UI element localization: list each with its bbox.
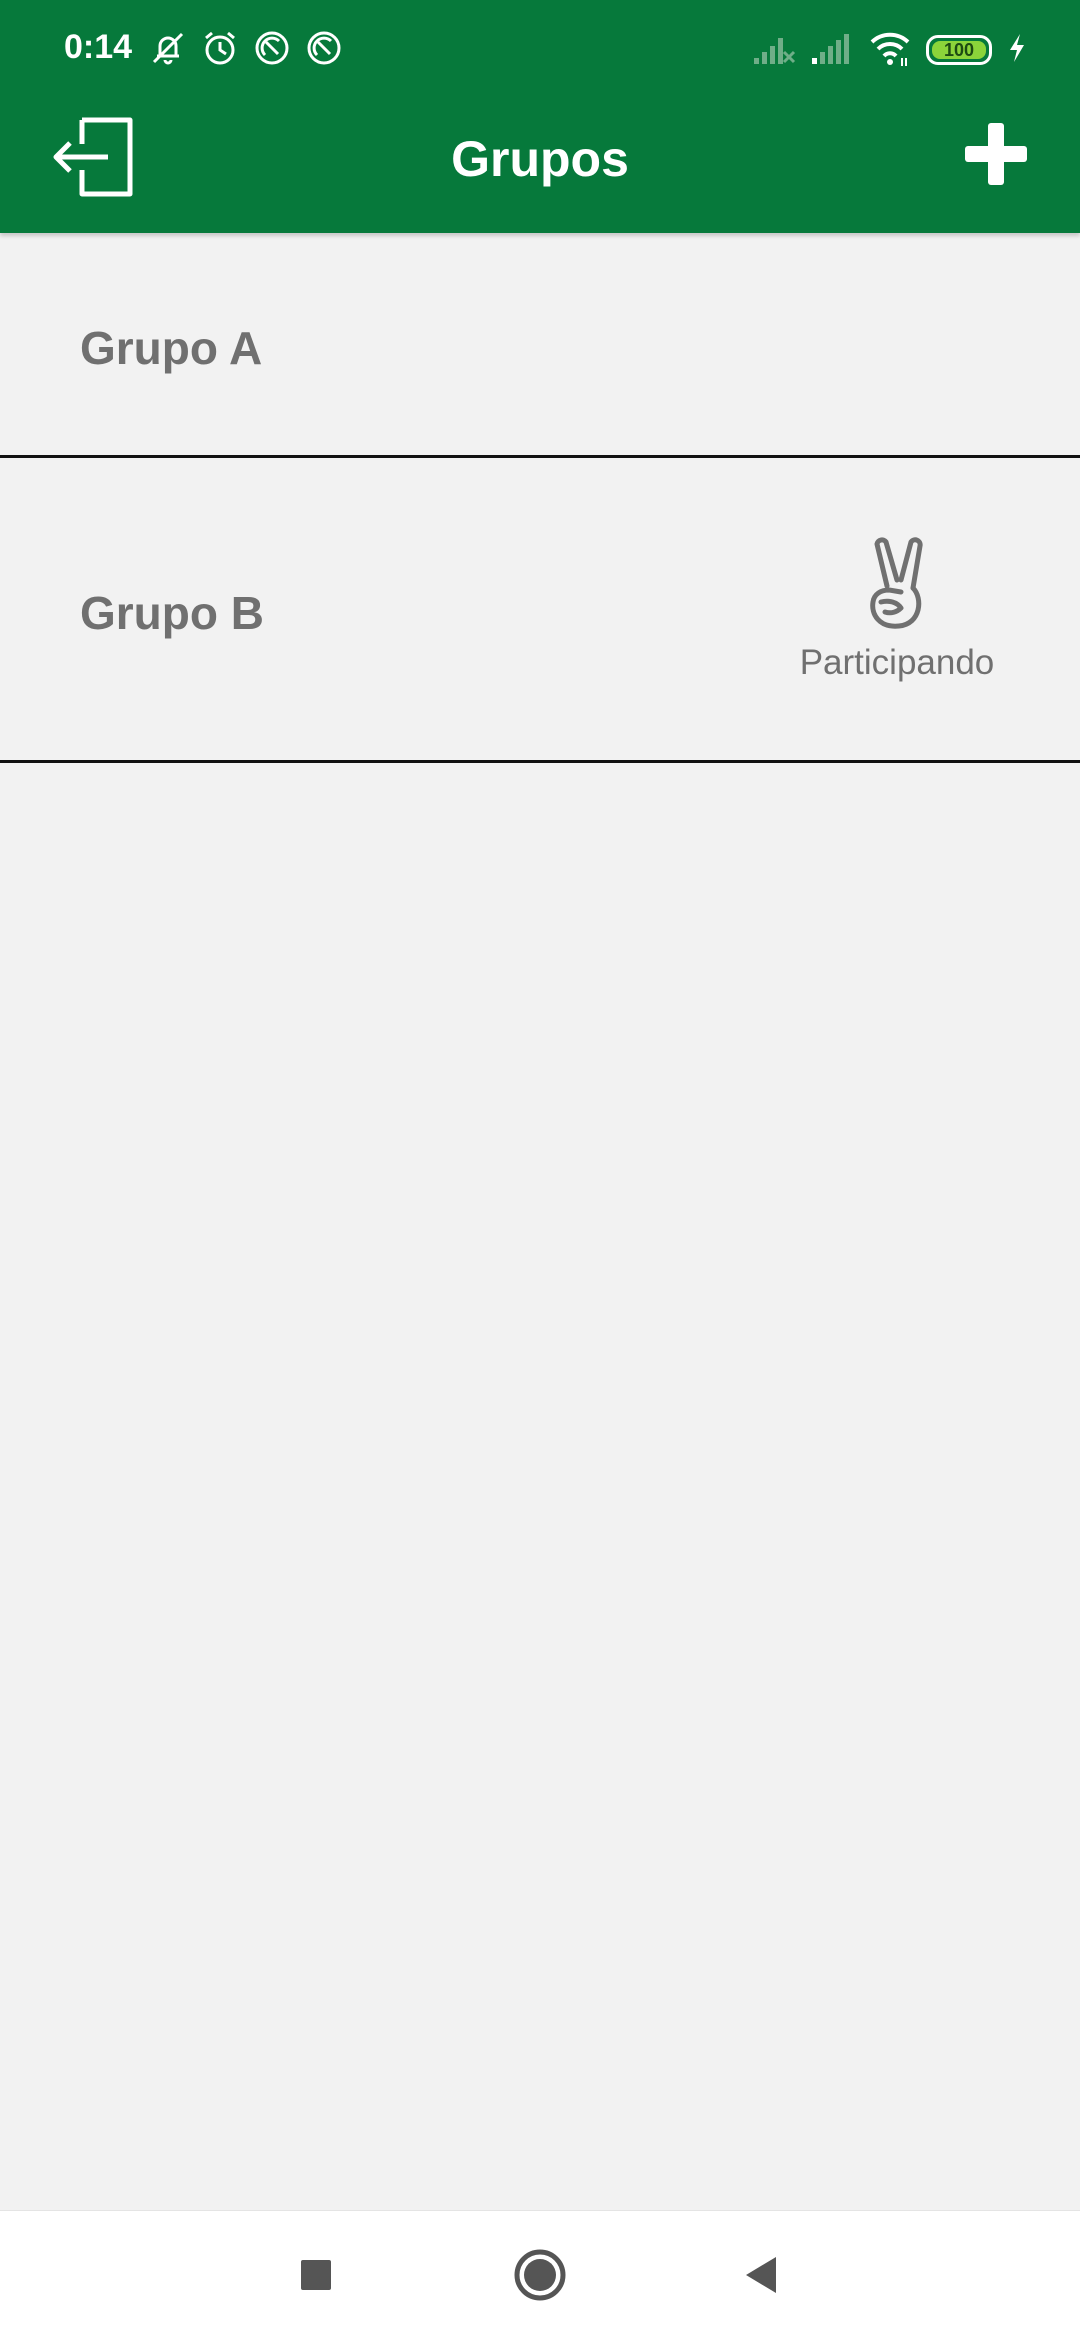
alarm-icon bbox=[200, 28, 240, 73]
group-row[interactable]: Grupo A bbox=[0, 233, 1080, 458]
charging-icon bbox=[1006, 32, 1028, 69]
page-title: Grupos bbox=[451, 131, 629, 187]
group-name: Grupo B bbox=[80, 587, 264, 639]
sync-icon bbox=[304, 28, 344, 73]
group-row[interactable]: Grupo B Participando bbox=[0, 458, 1080, 763]
system-nav-bar bbox=[0, 2210, 1080, 2340]
circle-icon bbox=[512, 2247, 568, 2308]
group-name: Grupo A bbox=[80, 322, 263, 374]
victory-hand-icon bbox=[861, 536, 933, 637]
top-app-bar: 0:14 100 Grupos bbox=[0, 0, 1080, 233]
status-icons-left bbox=[148, 30, 344, 70]
app-bar: Grupos bbox=[0, 100, 1080, 233]
recents-button[interactable] bbox=[276, 2237, 356, 2317]
sync-icon bbox=[252, 28, 292, 73]
status-bar: 0:14 100 bbox=[0, 0, 1080, 100]
battery-level: 100 bbox=[943, 39, 975, 60]
signal-no-service-icon bbox=[752, 30, 796, 71]
status-time: 0:14 bbox=[64, 28, 133, 66]
participating-status: Participando bbox=[792, 536, 1002, 683]
wifi-icon bbox=[868, 28, 912, 73]
add-group-button[interactable] bbox=[956, 116, 1036, 196]
plus-icon bbox=[963, 121, 1029, 192]
group-list: Grupo A Grupo B Participando bbox=[0, 233, 1080, 763]
muted-bell-icon bbox=[148, 28, 188, 73]
home-button[interactable] bbox=[500, 2237, 580, 2317]
participating-label: Participando bbox=[799, 643, 995, 682]
back-button[interactable] bbox=[722, 2237, 802, 2317]
status-icons-right: 100 bbox=[752, 28, 1028, 72]
back-triangle-icon bbox=[742, 2253, 782, 2302]
square-icon bbox=[298, 2257, 334, 2298]
signal-icon bbox=[810, 30, 854, 71]
battery-indicator: 100 bbox=[926, 35, 992, 65]
